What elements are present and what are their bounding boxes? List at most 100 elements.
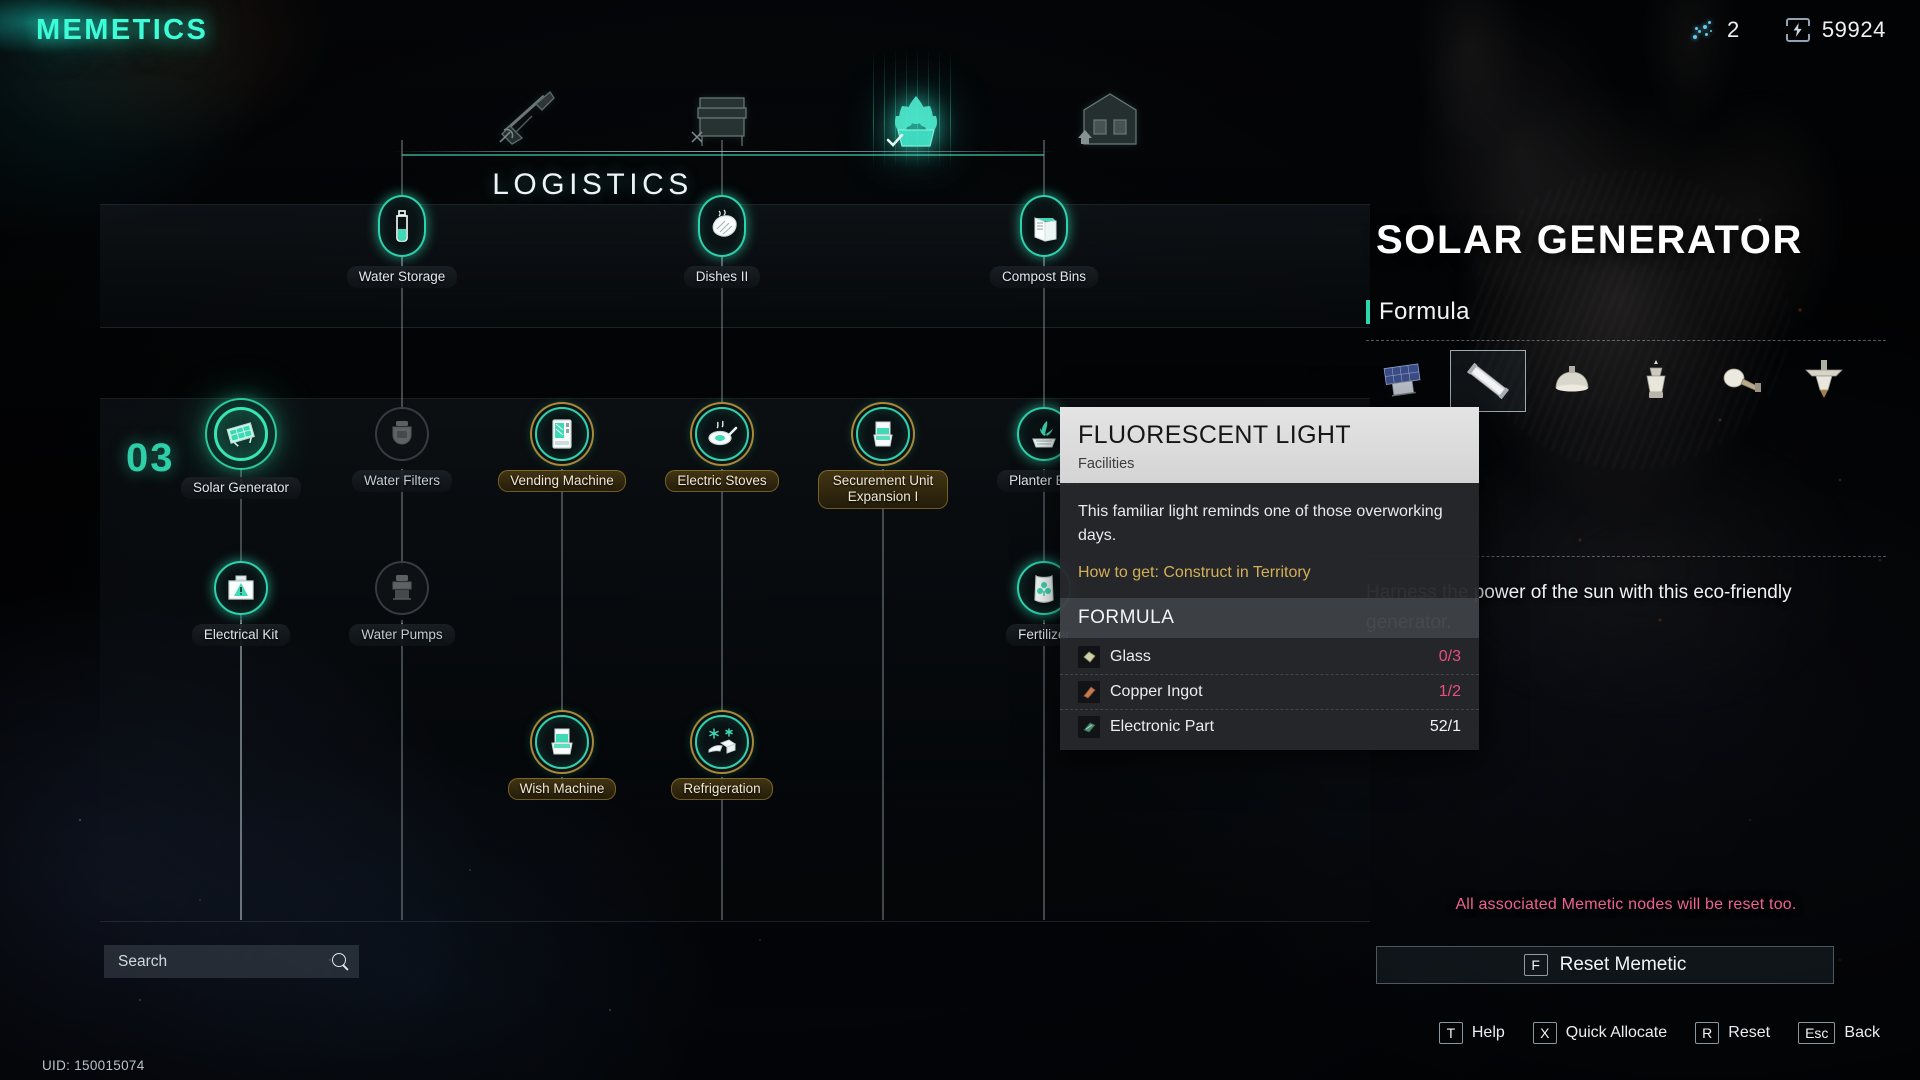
vending-machine-icon: [545, 417, 579, 451]
tooltip-category: Facilities: [1078, 456, 1135, 472]
detail-divider-top: [1366, 340, 1886, 341]
tree-node-electric-stoves[interactable]: Electric Stoves: [662, 407, 782, 492]
tab-combat[interactable]: [490, 82, 566, 152]
formula-slot-hanging-lamp[interactable]: [1786, 350, 1862, 412]
tree-node-label: Water Pumps: [349, 624, 455, 646]
tree-node-refrigeration[interactable]: Refrigeration: [662, 715, 782, 800]
hotkey-help[interactable]: T Help: [1438, 1022, 1505, 1044]
tooltip-material-name: Glass: [1110, 648, 1151, 665]
tree-node-vending-machine[interactable]: Vending Machine: [498, 407, 626, 492]
search-input[interactable]: [118, 952, 332, 971]
hotkey-reset[interactable]: R Reset: [1695, 1022, 1770, 1044]
tooltip-material-qty: 1/2: [1438, 683, 1461, 700]
oil-lamp-art: [1646, 360, 1666, 398]
search-box[interactable]: [104, 945, 359, 978]
tabs-divider: [392, 151, 1058, 152]
reset-key-badge: F: [1523, 954, 1548, 976]
tooltip-how-to-get: How to get: Construct in Territory: [1078, 564, 1311, 581]
solar-panel-icon: [224, 417, 258, 451]
hotkey-help-label: Help: [1471, 1024, 1505, 1041]
toolbox-icon: [224, 571, 258, 605]
tooltip-formula-header: FORMULA: [1060, 598, 1479, 638]
steak-icon: [705, 209, 739, 243]
tab-logistics[interactable]: [878, 82, 954, 152]
tree-node-label: Electric Stoves: [665, 470, 779, 492]
tooltip-title: FLUORESCENT LIGHT: [1078, 421, 1352, 449]
category-tabs: [490, 82, 1148, 152]
page-title: MEMETICS: [36, 14, 209, 46]
tree-node-compost-bins[interactable]: Compost Bins: [984, 195, 1104, 288]
tree-node-label: Dishes II: [683, 266, 761, 288]
detail-title: SOLAR GENERATOR: [1376, 218, 1803, 262]
hotkey-quick-allocate[interactable]: X Quick Allocate: [1532, 1022, 1668, 1044]
key-badge-x: X: [1532, 1022, 1557, 1044]
tooltip-material-name: Electronic Part: [1110, 718, 1215, 735]
uid-label: UID: 150015074: [42, 1058, 145, 1073]
tree-node-electrical-kit[interactable]: Electrical Kit: [181, 561, 301, 646]
node-ring: [378, 195, 426, 257]
node-ring: [695, 407, 749, 461]
node-ring: [695, 715, 749, 769]
weapon-icon: [499, 91, 555, 145]
fluorescent-tube-art: [1466, 362, 1510, 400]
electronic-part-icon: [1078, 716, 1100, 738]
fertilizer-bag-icon: [1027, 571, 1061, 605]
key-badge-t: T: [1438, 1022, 1463, 1044]
detail-formula-label: Formula: [1379, 298, 1470, 325]
hotkey-reset-label: Reset: [1728, 1024, 1771, 1041]
tree-node-label: Wish Machine: [507, 778, 617, 800]
node-ring: [535, 407, 589, 461]
planter-icon: [886, 96, 938, 147]
tree-node-securement-unit[interactable]: Securement Unit Expansion I: [818, 407, 948, 509]
currency-bar: 2 59924: [1691, 17, 1886, 43]
wish-machine-icon: [545, 725, 579, 759]
tree-node-water-filters[interactable]: Water Filters: [342, 407, 462, 492]
copper-ingot-icon: [1078, 681, 1100, 703]
tree-node-label: Solar Generator: [180, 477, 302, 499]
formula-slot-ceiling-lamp[interactable]: [1534, 350, 1610, 412]
formula-slot-oil-lamp[interactable]: [1618, 350, 1694, 412]
tooltip-material-name: Copper Ingot: [1110, 683, 1203, 700]
tooltip-material-row: Electronic Part 52/1: [1060, 710, 1479, 744]
key-badge-esc: Esc: [1798, 1022, 1836, 1044]
tree-node-wish-machine[interactable]: Wish Machine: [502, 715, 622, 800]
reset-button-label: Reset Memetic: [1559, 954, 1687, 975]
detail-formula-slots: [1366, 350, 1862, 412]
hotkey-back[interactable]: Esc Back: [1798, 1022, 1880, 1044]
frying-pan-icon: [705, 417, 739, 451]
wall-lamp-art: [1723, 368, 1761, 392]
hotkey-bar: T Help X Quick Allocate R Reset Esc Back: [1438, 1022, 1880, 1044]
memetic-points-icon: [1691, 18, 1715, 42]
reset-memetic-button[interactable]: F Reset Memetic: [1376, 946, 1834, 984]
item-tooltip: FLUORESCENT LIGHT Facilities This famili…: [1060, 407, 1479, 750]
tooltip-body: This familiar light reminds one of those…: [1060, 483, 1479, 598]
formula-slot-solar-generator[interactable]: [1366, 350, 1442, 412]
tooltip-material-row: Copper Ingot 1/2: [1060, 675, 1479, 710]
tooltip-header: FLUORESCENT LIGHT Facilities: [1060, 407, 1479, 483]
energy-icon: [1785, 18, 1810, 42]
tab-crafting[interactable]: [684, 82, 760, 152]
tree-node-water-storage[interactable]: Water Storage: [342, 195, 462, 288]
tab-base[interactable]: [1072, 82, 1148, 152]
hotkey-back-label: Back: [1844, 1024, 1880, 1041]
formula-slot-fluorescent-light[interactable]: [1450, 350, 1526, 412]
currency-memetic-points: 2: [1691, 17, 1740, 43]
hotkey-quick-allocate-label: Quick Allocate: [1565, 1024, 1668, 1041]
house-icon: [1078, 93, 1137, 145]
search-icon[interactable]: [332, 953, 349, 970]
tree-node-solar-generator[interactable]: Solar Generator: [180, 407, 302, 499]
memetics-screen: MEMETICS 2 59924 LOGISTICS 03 Water Stor…: [0, 0, 1920, 1080]
storage-unit-icon: [866, 417, 900, 451]
formula-slot-wall-lamp[interactable]: [1702, 350, 1778, 412]
tree-node-dishes-2[interactable]: Dishes II: [662, 195, 782, 288]
water-pump-icon: [385, 571, 419, 605]
detail-formula-heading: Formula: [1366, 298, 1470, 326]
tooltip-description: This familiar light reminds one of those…: [1078, 503, 1443, 544]
workbench-icon: [691, 97, 747, 146]
tree-node-label: Water Filters: [351, 470, 452, 492]
water-bottle-icon: [385, 209, 419, 243]
energy-value: 59924: [1821, 17, 1886, 42]
node-ring: [375, 561, 429, 615]
key-badge-r: R: [1695, 1022, 1720, 1044]
tree-node-water-pumps[interactable]: Water Pumps: [342, 561, 462, 646]
